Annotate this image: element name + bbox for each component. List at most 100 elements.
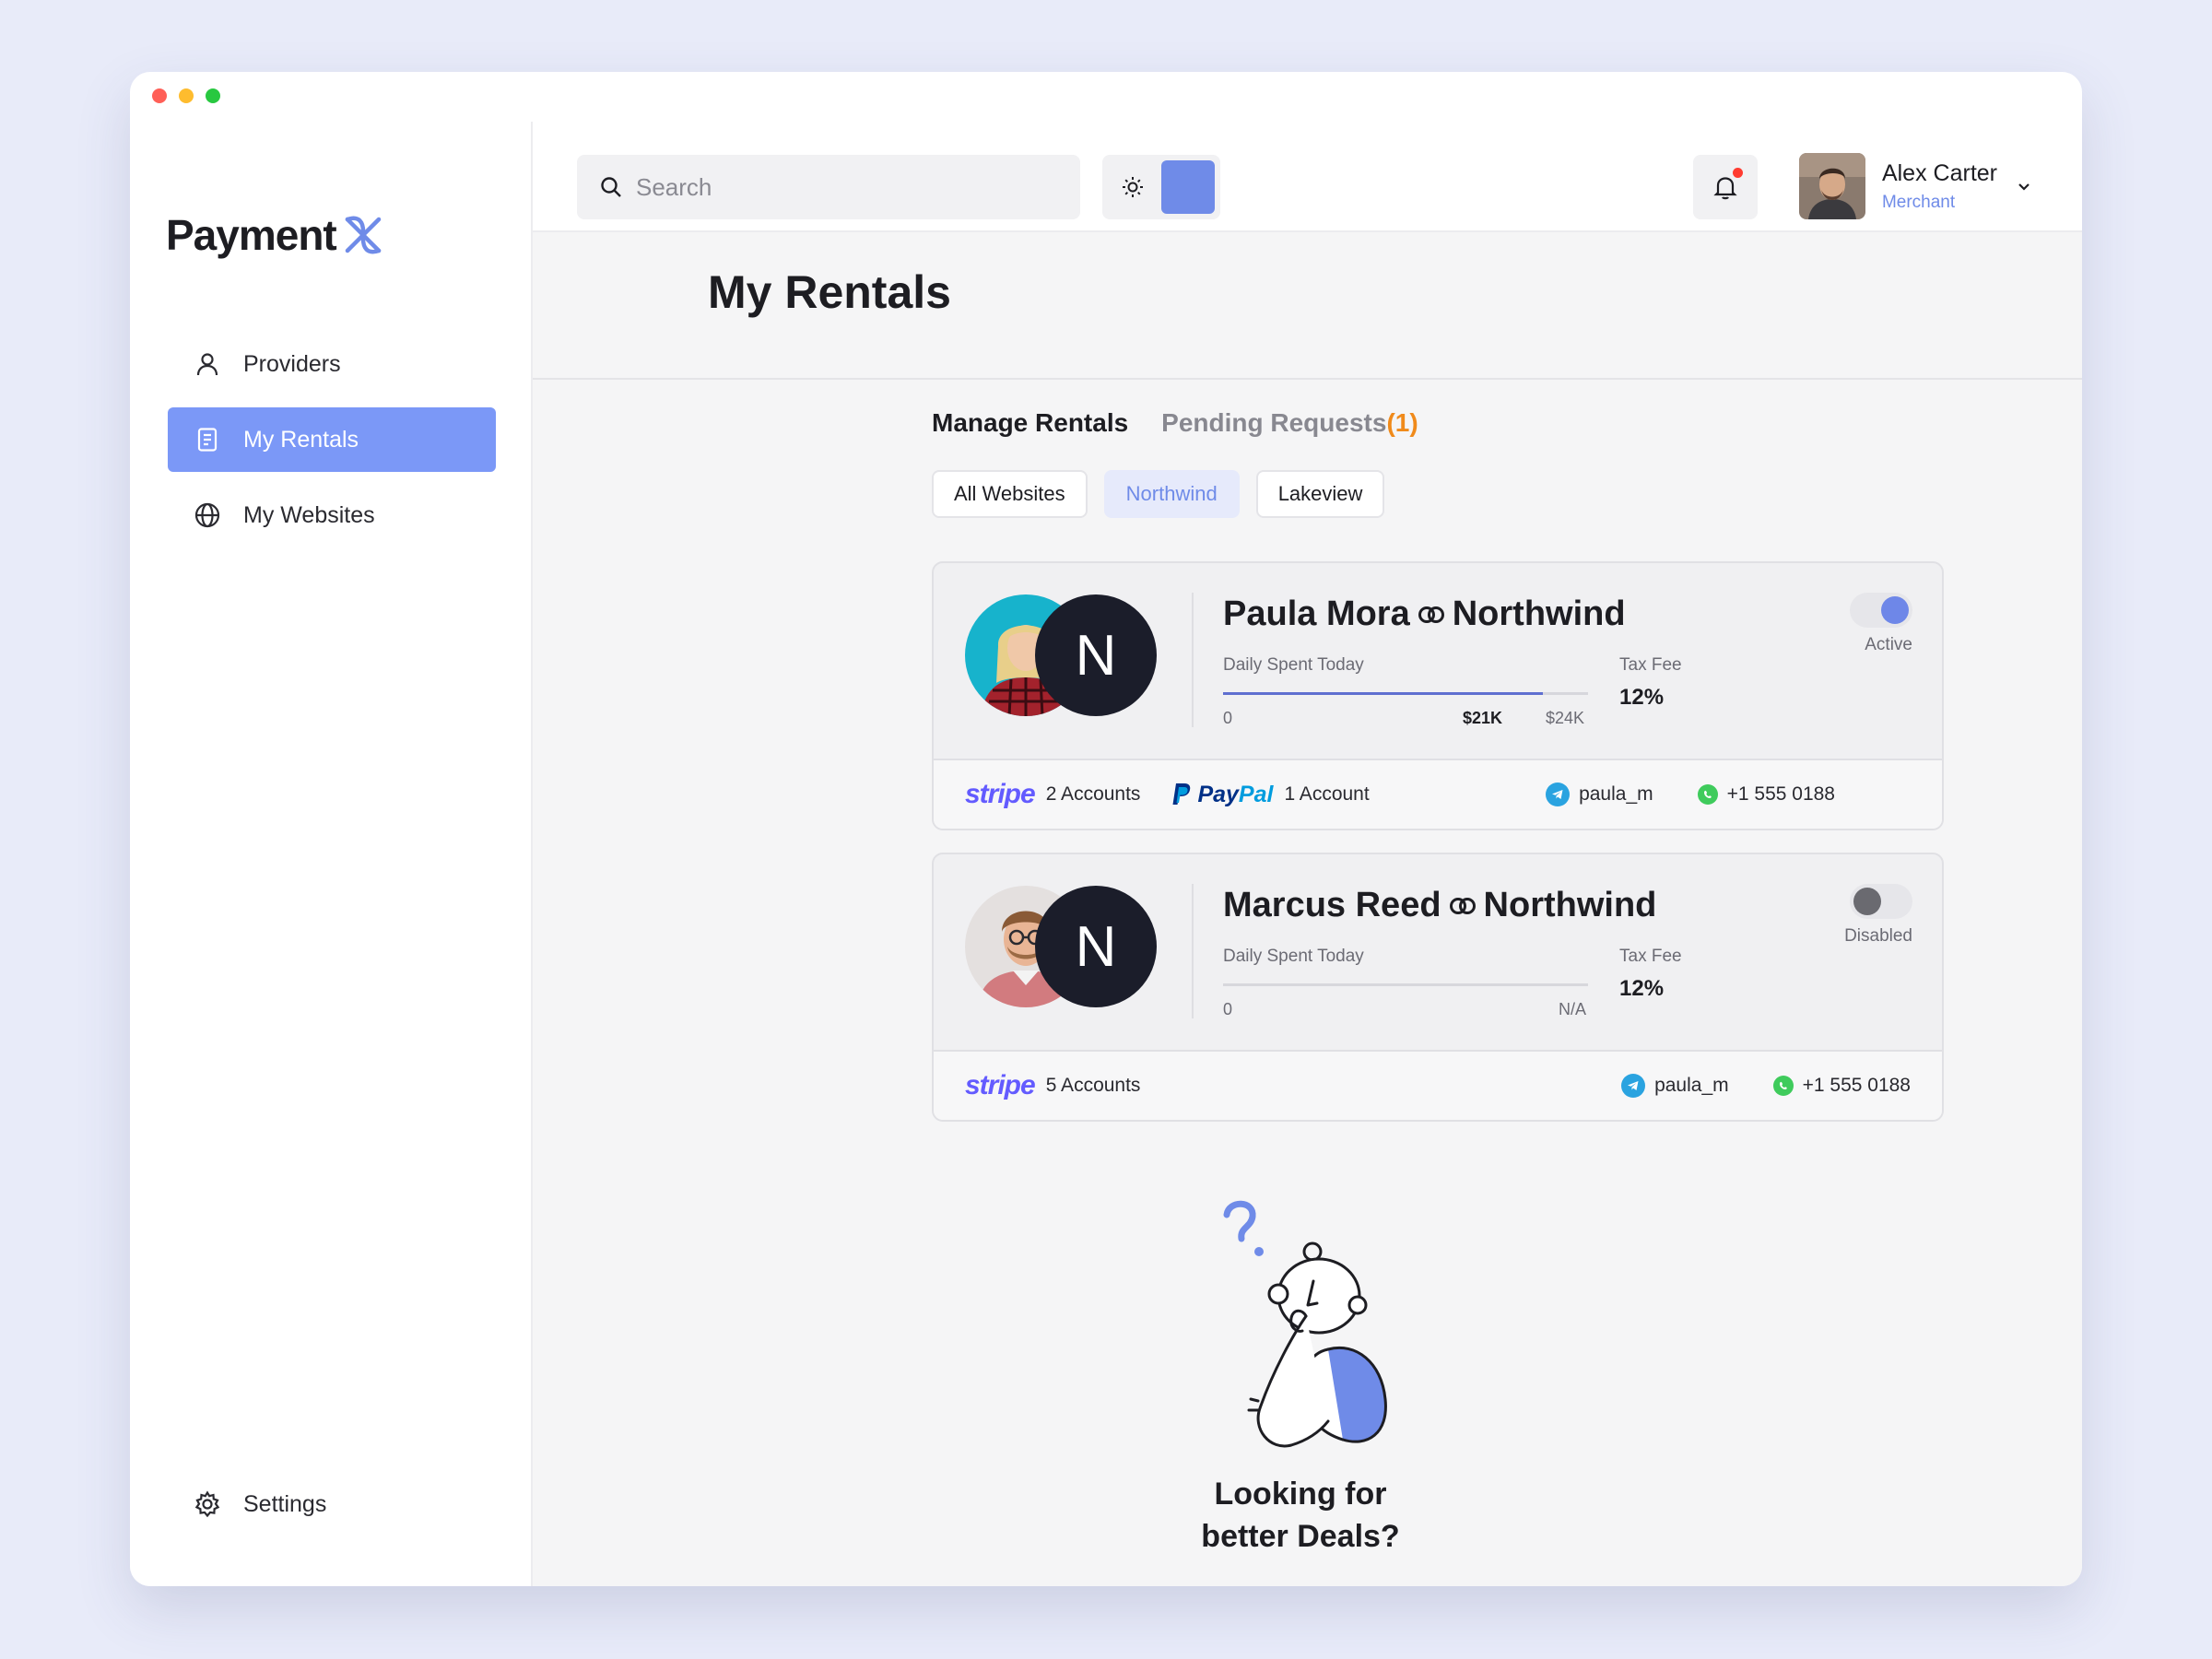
telegram-handle[interactable]: paula_m	[1654, 1075, 1729, 1097]
sidebar-item-my-websites[interactable]: My Websites	[168, 483, 496, 547]
link-rings-icon	[1449, 897, 1476, 914]
site-name: Northwind	[1452, 594, 1626, 633]
stripe-accounts: 2 Accounts	[1045, 783, 1141, 805]
filter-northwind[interactable]: Northwind	[1103, 470, 1240, 518]
sidebar-item-label: Providers	[243, 350, 341, 377]
telegram-handle[interactable]: paula_m	[1579, 783, 1653, 806]
window-controls	[152, 88, 220, 103]
globe-icon	[192, 500, 223, 531]
status-label: Active	[1865, 635, 1912, 654]
daily-spent-bar-fill	[1223, 692, 1543, 695]
rental-card-accounts: stripe 5 Accounts paula_m +1 555 0188	[934, 1050, 1942, 1120]
tax-fee-label: Tax Fee	[1619, 947, 1682, 966]
theme-toggle[interactable]	[1102, 155, 1220, 219]
contact-links: paula_m +1 555 0188	[1621, 1074, 1911, 1098]
sidebar-item-my-rentals[interactable]: My Rentals	[168, 407, 496, 472]
app-window: Payment Providers My Rentals My Websites…	[130, 72, 2082, 1586]
telegram-icon	[1621, 1074, 1646, 1098]
user-menu[interactable]: Alex Carter Merchant	[1798, 153, 2032, 219]
tax-fee-value: 12%	[1619, 976, 1665, 1001]
settings-section: Settings	[168, 1472, 496, 1547]
toggle-knob	[1853, 888, 1881, 915]
divider	[1192, 593, 1194, 727]
search-input[interactable]	[636, 172, 1041, 202]
sidebar-nav: Providers My Rentals My Websites	[168, 332, 496, 559]
notification-dot	[1733, 168, 1743, 178]
gear-icon	[192, 1488, 223, 1520]
phone-number[interactable]: +1 555 0188	[1727, 783, 1835, 806]
rental-card-accounts: stripe 2 Accounts Pay Pal 1 Account paula…	[934, 759, 1942, 829]
tab-bar: Manage Rentals Pending Requests(1)	[932, 408, 1418, 438]
notifications-button[interactable]	[1693, 155, 1758, 219]
document-icon	[192, 424, 223, 455]
whatsapp-icon	[1772, 1076, 1794, 1096]
user-icon	[192, 348, 223, 380]
link-rings-icon	[1418, 606, 1444, 623]
minimize-window-button[interactable]	[179, 88, 194, 103]
avatar	[1798, 153, 1865, 219]
rental-card-summary: N Paula Mora Northwind Daily Spent Today…	[934, 563, 1942, 759]
title-band: My Rentals	[533, 232, 2082, 380]
filter-lakeview[interactable]: Lakeview	[1255, 470, 1385, 518]
search-box[interactable]	[577, 155, 1080, 219]
theme-toggle-knob	[1161, 160, 1215, 214]
filter-all-websites[interactable]: All Websites	[932, 470, 1088, 518]
rental-title: Paula Mora Northwind	[1223, 594, 1626, 634]
status-toggle[interactable]	[1850, 593, 1912, 628]
sidebar-item-label: Settings	[243, 1490, 327, 1517]
site-avatar: N	[1035, 594, 1157, 716]
topbar: Alex Carter Merchant	[533, 122, 2082, 232]
search-icon	[601, 177, 621, 197]
stripe-logo: stripe	[965, 779, 1036, 809]
close-window-button[interactable]	[152, 88, 167, 103]
status-label: Disabled	[1844, 926, 1912, 946]
telegram-icon	[1546, 782, 1571, 806]
bar-min-label: 0	[1223, 1000, 1233, 1018]
pending-count-badge: (1)	[1386, 408, 1418, 437]
tab-manage-rentals[interactable]: Manage Rentals	[932, 408, 1128, 438]
cta-line-2: better Deals?	[1201, 1519, 1400, 1554]
user-info: Alex Carter Merchant	[1882, 160, 1997, 213]
site-name: Northwind	[1483, 886, 1657, 924]
site-avatar: N	[1035, 886, 1157, 1007]
website-filters: All Websites Northwind Lakeview	[932, 470, 1385, 518]
rental-card-summary: N Marcus Reed Northwind Daily Spent Toda…	[934, 854, 1942, 1050]
daily-spent-label: Daily Spent Today	[1223, 947, 1364, 966]
cta-line-1: Looking for	[1214, 1477, 1387, 1512]
chevron-down-icon[interactable]	[2016, 178, 2032, 194]
deals-prompt: Looking for better Deals?	[1116, 1473, 1485, 1558]
tab-pending-requests[interactable]: Pending Requests(1)	[1161, 408, 1418, 438]
thinking-person-illustration	[1223, 1200, 1387, 1448]
paypal-icon	[1172, 783, 1191, 805]
renter-name: Marcus Reed	[1223, 886, 1441, 924]
paypal-logo: Pay Pal	[1171, 782, 1273, 808]
page-title: My Rentals	[708, 266, 951, 318]
logo[interactable]: Payment	[166, 210, 386, 260]
daily-spent-label: Daily Spent Today	[1223, 655, 1364, 675]
paypal-accounts: 1 Account	[1284, 783, 1370, 805]
maximize-window-button[interactable]	[206, 88, 220, 103]
divider	[1192, 884, 1194, 1018]
whatsapp-icon	[1697, 784, 1718, 805]
user-name: Alex Carter	[1881, 159, 1997, 186]
bar-max-label: $24K	[1546, 709, 1585, 727]
daily-spent-bar	[1223, 983, 1588, 986]
bar-max-label: N/A	[1559, 1000, 1587, 1018]
tax-fee-value: 12%	[1619, 685, 1665, 710]
sidebar-item-label: My Websites	[243, 501, 375, 528]
logo-text: Payment	[166, 211, 337, 259]
bar-min-label: 0	[1223, 709, 1233, 727]
sun-icon	[1123, 177, 1143, 197]
rental-card: N Paula Mora Northwind Daily Spent Today…	[932, 561, 1944, 830]
status-toggle[interactable]	[1850, 884, 1912, 919]
sidebar: Payment Providers My Rentals My Websites…	[130, 122, 533, 1586]
sidebar-item-providers[interactable]: Providers	[168, 332, 496, 396]
sidebar-item-settings[interactable]: Settings	[168, 1472, 496, 1536]
stripe-logo: stripe	[965, 1070, 1036, 1100]
stripe-accounts: 5 Accounts	[1045, 1075, 1141, 1096]
renter-name: Paula Mora	[1223, 594, 1410, 633]
phone-number[interactable]: +1 555 0188	[1803, 1075, 1911, 1097]
tab-label: Pending Requests	[1161, 408, 1387, 437]
toggle-knob	[1881, 596, 1909, 624]
logo-mark-icon	[345, 216, 381, 254]
